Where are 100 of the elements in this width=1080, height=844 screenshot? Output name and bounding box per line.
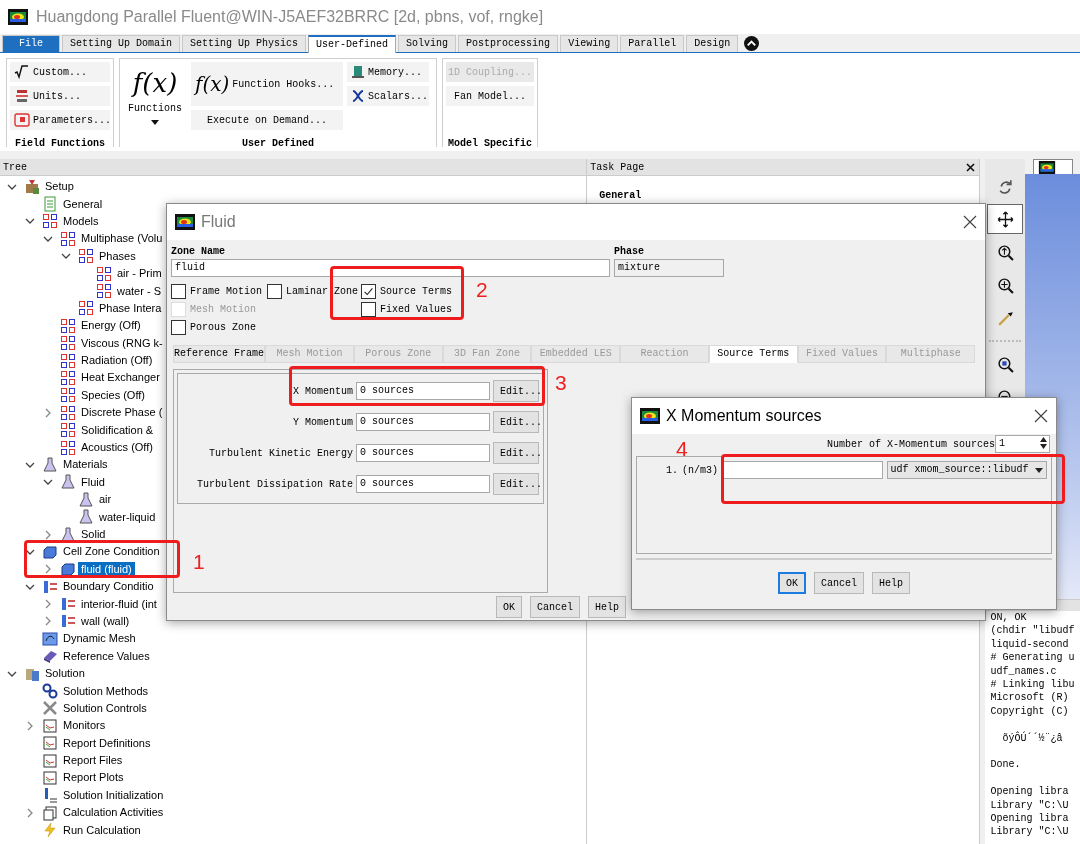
tree-item[interactable]: Solution Controls xyxy=(60,700,150,716)
model-grid-icon xyxy=(60,422,76,439)
tree-item[interactable]: air - Prim xyxy=(114,266,165,282)
edit-button[interactable]: Edit... xyxy=(493,442,539,464)
tree-item[interactable]: Multiphase (Volu xyxy=(78,231,166,247)
dialog-button[interactable]: Cancel xyxy=(530,596,580,618)
zoom-fit-icon[interactable] xyxy=(996,243,1014,261)
dialog-tab[interactable]: Source Terms xyxy=(708,345,798,363)
tree-item[interactable]: wall (wall) xyxy=(78,613,133,629)
dialog-button[interactable]: Help xyxy=(872,572,910,594)
tree-item[interactable]: Run Calculation xyxy=(60,822,144,838)
tree-item[interactable]: Solid xyxy=(78,527,109,542)
tree-item[interactable]: water - S xyxy=(114,283,164,299)
sources-field[interactable]: 0 sources xyxy=(356,413,490,431)
tree-item[interactable]: Report Definitions xyxy=(60,735,154,751)
tree-item[interactable]: Radiation (Off) xyxy=(78,353,156,369)
tree-item[interactable]: Solidification & xyxy=(78,422,157,438)
ribbon-tab[interactable]: Postprocessing xyxy=(458,35,559,52)
tree-item[interactable]: Solution xyxy=(42,666,88,682)
tree-item[interactable]: Phases xyxy=(96,248,139,264)
ribbon-tab[interactable]: Design xyxy=(686,35,739,52)
tree-item[interactable]: Materials xyxy=(60,457,111,473)
ribbon-button[interactable]: Custom... xyxy=(10,62,110,82)
tree-item[interactable]: Acoustics (Off) xyxy=(78,440,156,456)
tree-item[interactable]: Energy (Off) xyxy=(78,318,144,334)
checkbox[interactable] xyxy=(361,302,376,317)
tree-item[interactable]: Calculation Activities xyxy=(60,805,167,821)
dialog-button[interactable]: Help xyxy=(588,596,626,618)
tree-item[interactable]: Reference Values xyxy=(60,648,153,664)
zoom-box-icon[interactable] xyxy=(996,355,1014,373)
tree-item[interactable]: air xyxy=(96,492,115,508)
tree-item[interactable]: Discrete Phase ( xyxy=(78,405,166,421)
count-spinner[interactable]: 1 xyxy=(995,435,1050,453)
ribbon-button[interactable]: Units... xyxy=(10,86,110,106)
tree-item[interactable]: Heat Exchanger xyxy=(78,370,163,386)
dialog-button[interactable]: OK xyxy=(495,596,522,618)
checkbox[interactable] xyxy=(267,284,282,299)
tree-item[interactable]: Phase Intera xyxy=(96,300,165,316)
ribbon-button[interactable]: Parameters... xyxy=(10,110,110,130)
tree-item[interactable]: Report Files xyxy=(60,753,126,769)
tree-item[interactable]: Fluid xyxy=(78,474,108,490)
fluent-logo-icon xyxy=(1038,161,1057,174)
zone-name-field[interactable]: fluid xyxy=(171,259,610,277)
edit-button[interactable]: Edit... xyxy=(493,473,539,495)
tree-item[interactable]: Report Plots xyxy=(60,770,127,786)
sources-field[interactable]: 0 sources xyxy=(356,444,490,462)
tree-item[interactable]: Boundary Conditio xyxy=(60,579,157,595)
field-label: Turbulent Dissipation Rate xyxy=(195,477,353,492)
field-label: X Momentum xyxy=(292,384,353,399)
close-icon[interactable] xyxy=(966,163,976,172)
edit-button[interactable]: Edit... xyxy=(493,411,539,433)
ribbon-tab[interactable]: Parallel xyxy=(620,35,685,52)
tree-item[interactable]: General xyxy=(60,196,106,212)
checkbox[interactable] xyxy=(361,284,376,299)
fluent-logo-icon xyxy=(175,214,195,230)
ribbon-tab[interactable]: File xyxy=(2,35,60,52)
tree-item[interactable]: Cell Zone Condition xyxy=(60,544,163,560)
tree-item[interactable]: Dynamic Mesh xyxy=(60,631,139,647)
dialog-button[interactable]: OK xyxy=(777,572,806,594)
sources-field[interactable]: 0 sources xyxy=(356,475,490,493)
sources-field[interactable]: 0 sources xyxy=(356,382,490,400)
ribbon-tab[interactable]: User-Defined xyxy=(308,35,397,53)
graphics-tab[interactable] xyxy=(1033,159,1074,174)
tree-item[interactable]: interior-fluid (int xyxy=(78,596,160,612)
ribbon-button[interactable]: Fan Model... xyxy=(446,86,534,106)
dialog-button[interactable]: Cancel xyxy=(814,572,864,594)
ribbon-tab[interactable]: Viewing xyxy=(560,35,619,52)
ribbon-button[interactable]: Memory... xyxy=(347,62,429,82)
pages-icon xyxy=(42,804,58,821)
model-grid-icon xyxy=(96,283,112,300)
ribbon-button[interactable]: Scalars... xyxy=(347,86,429,106)
value-field[interactable] xyxy=(722,461,883,479)
ribbon-tab[interactable]: Solving xyxy=(398,35,457,52)
console-line: ON, OK xyxy=(990,611,1028,625)
profile-dropdown[interactable]: udf xmom_source::libudf xyxy=(886,461,1047,479)
edit-button[interactable]: Edit... xyxy=(493,380,539,402)
tree-item[interactable]: Viscous (RNG k- xyxy=(78,335,166,351)
tree-item[interactable]: water-liquid xyxy=(96,509,159,525)
checkbox[interactable] xyxy=(171,320,186,335)
model-grid-icon xyxy=(78,248,94,265)
tree-item[interactable]: Species (Off) xyxy=(78,387,148,403)
close-icon[interactable] xyxy=(963,215,977,229)
checkbox[interactable] xyxy=(171,284,186,299)
lightning-icon xyxy=(42,822,58,839)
tree-item[interactable]: Solution Initialization xyxy=(60,787,167,803)
cube-icon xyxy=(42,543,58,560)
field-label: Number of X-Momentum sources xyxy=(826,437,995,452)
probe-icon[interactable] xyxy=(996,309,1014,327)
ribbon-tab[interactable]: Setting Up Domain xyxy=(62,35,181,52)
pan-arrows-icon[interactable] xyxy=(996,210,1014,228)
tree-item[interactable]: Models xyxy=(60,213,102,229)
tree-item[interactable]: Monitors xyxy=(60,718,109,734)
tree-item[interactable]: Setup xyxy=(42,179,77,195)
dialog-tab[interactable]: Reference Frame xyxy=(173,345,265,363)
ribbon-button[interactable]: Execute on Demand... xyxy=(191,110,343,130)
close-icon[interactable] xyxy=(1034,409,1048,423)
zoom-in-icon[interactable] xyxy=(996,276,1014,294)
model-grid-icon xyxy=(42,213,58,230)
tree-item[interactable]: Solution Methods xyxy=(60,683,151,699)
ribbon-tab[interactable]: Setting Up Physics xyxy=(182,35,307,52)
